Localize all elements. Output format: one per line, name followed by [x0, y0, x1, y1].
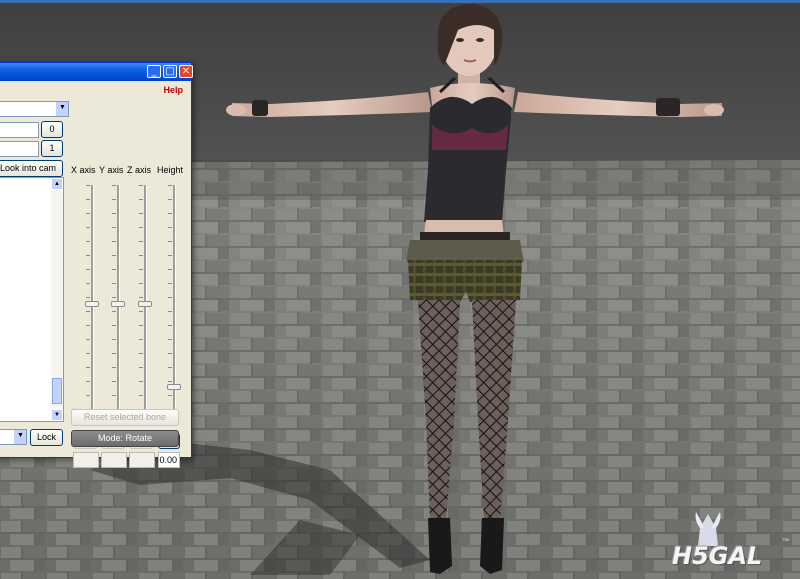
bone-list[interactable]: ▲ ▼ — [0, 177, 64, 422]
watermark-logo-text: H5GAL — [672, 542, 763, 570]
y-axis-value-field[interactable] — [101, 452, 127, 468]
z-axis-label: Z axis — [127, 165, 152, 175]
y-axis-slider-thumb[interactable] — [111, 301, 125, 307]
chevron-down-icon: ▼ — [14, 430, 26, 444]
reset-selected-bone-button[interactable]: Reset selected bone — [71, 409, 179, 426]
close-button[interactable]: ✕ — [179, 65, 193, 78]
mode-rotate-button[interactable]: Mode: Rotate — [71, 430, 179, 447]
name-field[interactable] — [0, 122, 39, 138]
counter-button-top[interactable]: 0 — [41, 121, 63, 138]
bone-editor-window: _ □ ✕ Help ▼ 0 1 Look into cam X axis Y … — [0, 62, 193, 468]
scroll-down-icon[interactable]: ▼ — [51, 409, 63, 421]
maximize-button[interactable]: □ — [163, 65, 177, 78]
z-axis-slider-thumb[interactable] — [138, 301, 152, 307]
counter-button-second[interactable]: 1 — [41, 140, 63, 157]
height-label: Height — [157, 165, 184, 175]
window-titlebar[interactable]: _ □ ✕ — [0, 63, 193, 81]
preset-dropdown[interactable]: ▼ — [0, 429, 27, 445]
chevron-down-icon: ▼ — [56, 102, 68, 116]
menu-bar: Help — [0, 82, 191, 100]
look-into-cam-button[interactable]: Look into cam — [0, 160, 63, 177]
height-value-field[interactable]: 0.00 — [158, 452, 180, 468]
z-axis-value-field[interactable] — [129, 452, 155, 468]
lock-button[interactable]: Lock — [30, 429, 63, 446]
x-axis-value-field[interactable] — [73, 452, 99, 468]
scroll-up-icon[interactable]: ▲ — [51, 178, 63, 190]
y-axis-label: Y axis — [99, 165, 124, 175]
menu-help[interactable]: Help — [163, 85, 183, 95]
value-field[interactable] — [0, 141, 39, 157]
minimize-button[interactable]: _ — [147, 65, 161, 78]
trademark-symbol: ™ — [782, 538, 789, 545]
height-slider-thumb[interactable] — [167, 384, 181, 391]
x-axis-label: X axis — [71, 165, 96, 175]
x-axis-slider-thumb[interactable] — [85, 301, 99, 307]
list-scrollbar[interactable]: ▲ ▼ — [51, 178, 63, 421]
bone-dropdown[interactable]: ▼ — [0, 101, 69, 117]
list-scroll-thumb[interactable] — [52, 378, 62, 404]
